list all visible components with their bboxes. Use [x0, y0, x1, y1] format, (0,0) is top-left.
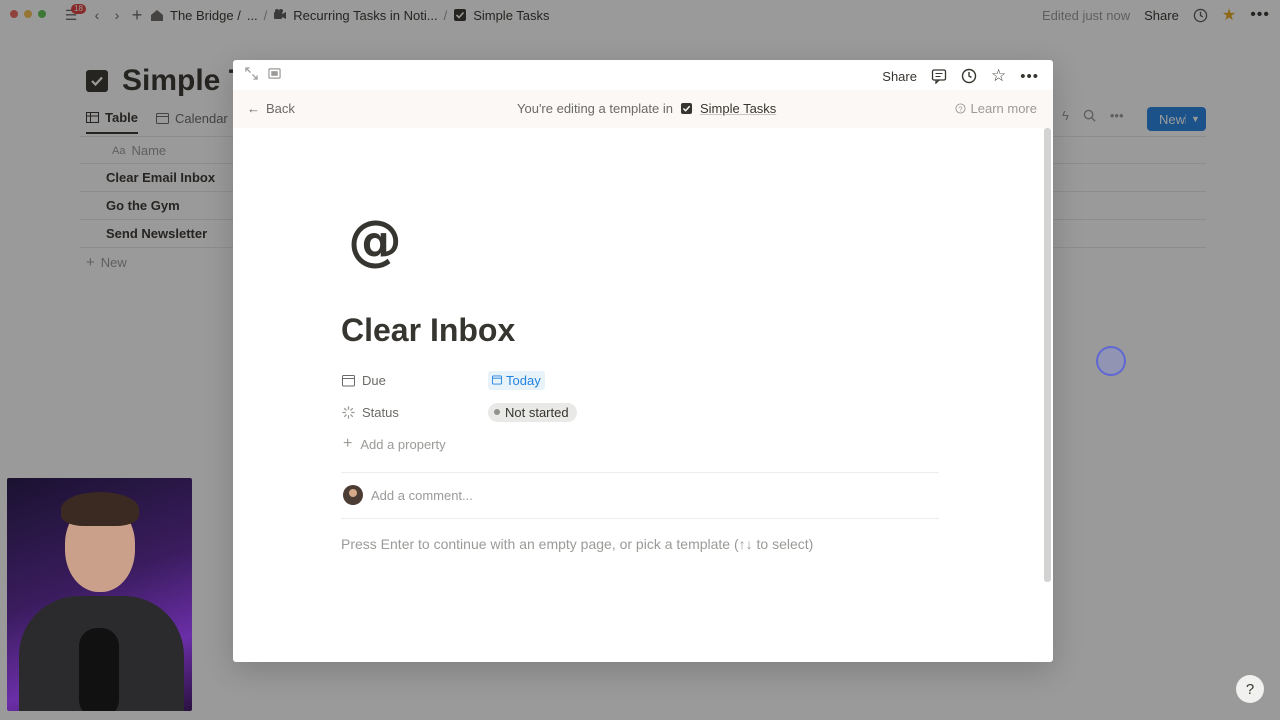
checkbox-icon: [680, 103, 692, 114]
help-circle-icon: ?: [954, 103, 966, 114]
modal-topbar: Share ☆ •••: [233, 60, 1053, 90]
divider: [341, 518, 939, 519]
svg-text:?: ?: [958, 104, 962, 113]
at-sign-icon[interactable]: @: [347, 209, 403, 272]
add-property-button[interactable]: + Add a property: [341, 430, 941, 458]
due-date-value[interactable]: Today: [488, 370, 545, 390]
status-icon: [341, 405, 355, 419]
calendar-icon: [341, 373, 355, 387]
modal-share-button[interactable]: Share: [882, 69, 917, 84]
avatar: [343, 485, 363, 505]
property-name-due[interactable]: Due: [341, 373, 488, 388]
help-icon: ?: [1245, 680, 1255, 698]
page-title[interactable]: Clear Inbox: [341, 312, 515, 349]
modal-topbar-actions: Share ☆ •••: [882, 66, 1039, 86]
scrollbar[interactable]: [1044, 128, 1051, 582]
banner-database-link[interactable]: Simple Tasks: [700, 101, 776, 116]
template-editor-modal: Share ☆ ••• ← Back You're editing a temp…: [233, 60, 1053, 662]
divider: [341, 472, 939, 473]
plus-icon: +: [343, 435, 353, 452]
presenter-hair: [61, 492, 139, 526]
comment-box[interactable]: Add a comment...: [343, 485, 473, 505]
property-due: Due Today: [341, 366, 941, 394]
peek-mode-icon[interactable]: [268, 67, 281, 80]
arrow-left-icon: ←: [247, 101, 260, 116]
property-name-status[interactable]: Status: [341, 405, 488, 420]
status-value[interactable]: Not started: [488, 402, 577, 422]
template-hint: Press Enter to continue with an empty pa…: [341, 536, 814, 552]
modal-topbar-left: [245, 67, 281, 80]
more-options-icon[interactable]: •••: [1020, 68, 1039, 85]
comment-icon[interactable]: [931, 68, 947, 84]
star-icon[interactable]: ☆: [991, 66, 1006, 86]
expand-icon[interactable]: [245, 67, 258, 80]
back-button[interactable]: ← Back: [247, 101, 295, 116]
status-dot-icon: [494, 409, 500, 415]
cursor-highlight: [1096, 346, 1126, 376]
comment-input[interactable]: Add a comment...: [371, 488, 473, 503]
banner-message: You're editing a template in Simple Task…: [517, 101, 777, 116]
history-icon[interactable]: [961, 68, 977, 84]
webcam-overlay: [7, 478, 192, 711]
learn-more-link[interactable]: ? Learn more: [954, 101, 1037, 116]
template-banner: ← Back You're editing a template in Simp…: [233, 90, 1053, 128]
property-status: Status Not started: [341, 398, 941, 426]
help-button[interactable]: ?: [1236, 675, 1264, 703]
calendar-icon: [492, 375, 502, 385]
microphone-image: [79, 628, 119, 711]
